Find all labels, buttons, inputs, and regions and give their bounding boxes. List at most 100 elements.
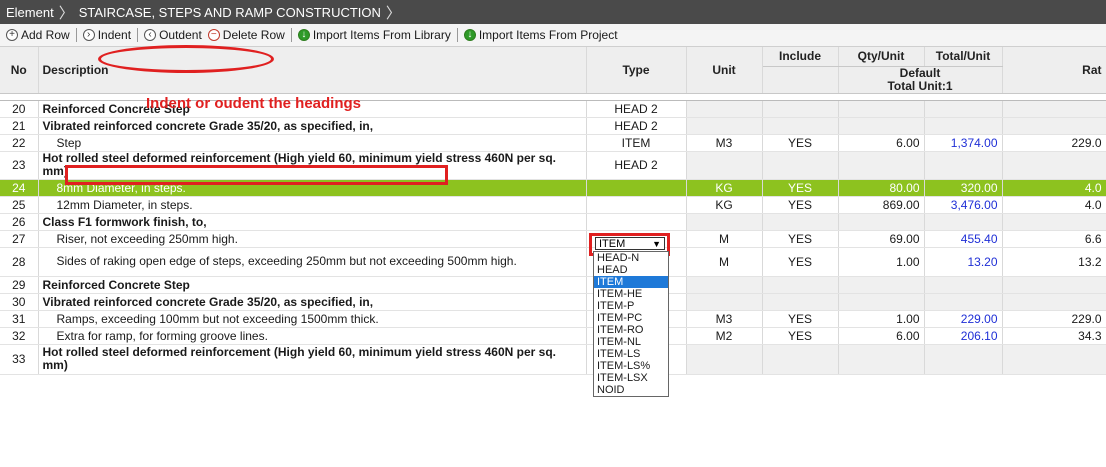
breadcrumb-current[interactable]: STAIRCASE, STEPS AND RAMP CONSTRUCTION <box>79 5 381 20</box>
dropdown-option[interactable]: HEAD <box>594 264 668 276</box>
col-include-header[interactable]: Include <box>762 47 839 67</box>
dropdown-option-active[interactable]: ITEM <box>594 276 668 288</box>
table-row[interactable]: 26 Class F1 formwork finish, to, <box>0 213 1106 231</box>
type-select[interactable]: ITEM ▼ <box>595 237 665 250</box>
row-include[interactable]: YES <box>762 196 839 214</box>
row-description[interactable]: Ramps, exceeding 100mm but not exceeding… <box>38 310 587 328</box>
row-include[interactable]: YES <box>762 327 839 345</box>
row-rate[interactable]: 229.0 <box>1002 134 1106 152</box>
row-unit[interactable]: M3 <box>686 134 763 152</box>
row-unit[interactable]: KG <box>686 179 763 197</box>
row-include[interactable]: YES <box>762 247 839 277</box>
row-description[interactable]: 8mm Diameter, in steps. <box>38 179 587 197</box>
row-description[interactable]: Class F1 formwork finish, to, <box>38 213 587 231</box>
row-qty[interactable]: 1.00 <box>838 310 925 328</box>
row-description[interactable]: Hot rolled steel deformed reinforcement … <box>38 344 587 375</box>
row-description[interactable]: Riser, not exceeding 250mm high. <box>38 230 587 248</box>
col-total-unit-header[interactable]: Total/Unit <box>924 47 1003 67</box>
col-rate-header[interactable]: Rat <box>1002 47 1106 94</box>
col-no-header[interactable]: No <box>0 47 39 94</box>
row-description[interactable]: 12mm Diameter, in steps. <box>38 196 587 214</box>
row-rate[interactable]: 34.3 <box>1002 327 1106 345</box>
row-rate[interactable]: 4.0 <box>1002 179 1106 197</box>
row-unit[interactable]: M <box>686 247 763 277</box>
row-description[interactable]: Reinforced Concrete Step <box>38 276 587 294</box>
row-type[interactable]: ITEM <box>586 134 687 152</box>
row-description[interactable]: Step <box>38 134 587 152</box>
row-no: 30 <box>0 293 39 311</box>
delete-row-button[interactable]: − Delete Row <box>205 28 288 42</box>
row-type[interactable] <box>586 196 687 214</box>
indent-label: Indent <box>97 28 132 42</box>
row-qty[interactable]: 1.00 <box>838 247 925 277</box>
row-include[interactable]: YES <box>762 230 839 248</box>
row-qty[interactable]: 869.00 <box>838 196 925 214</box>
row-include[interactable]: YES <box>762 134 839 152</box>
breadcrumb-root[interactable]: Element <box>6 5 54 20</box>
indent-button[interactable]: › Indent <box>80 28 134 42</box>
row-include[interactable]: YES <box>762 310 839 328</box>
dropdown-option[interactable]: ITEM-PC <box>594 312 668 324</box>
row-type[interactable] <box>586 213 687 231</box>
row-unit <box>686 117 763 135</box>
row-no: 24 <box>0 179 39 197</box>
table-row[interactable]: 21 Vibrated reinforced concrete Grade 35… <box>0 117 1106 135</box>
table-row-selected[interactable]: 24 8mm Diameter, in steps. KG YES 80.00 … <box>0 179 1106 197</box>
table-row[interactable]: 29 Reinforced Concrete Step <box>0 276 1106 294</box>
dropdown-option[interactable]: ITEM-LS% <box>594 360 668 372</box>
row-qty <box>838 293 925 311</box>
row-unit[interactable]: M3 <box>686 310 763 328</box>
row-rate[interactable]: 229.0 <box>1002 310 1106 328</box>
table-row[interactable]: 25 12mm Diameter, in steps. KG YES 869.0… <box>0 196 1106 214</box>
row-description[interactable]: Sides of raking open edge of steps, exce… <box>38 247 587 277</box>
row-description[interactable]: Vibrated reinforced concrete Grade 35/20… <box>38 293 587 311</box>
import-project-button[interactable]: ↓ Import Items From Project <box>461 28 621 42</box>
toolbar-divider <box>456 28 458 42</box>
add-row-button[interactable]: + Add Row <box>3 28 73 42</box>
table-row[interactable]: 28 Sides of raking open edge of steps, e… <box>0 247 1106 277</box>
dropdown-option[interactable]: ITEM-HE <box>594 288 668 300</box>
dropdown-option[interactable]: HEAD-N <box>594 252 668 264</box>
row-qty[interactable]: 80.00 <box>838 179 925 197</box>
table-row[interactable]: 33 Hot rolled steel deformed reinforceme… <box>0 344 1106 375</box>
dropdown-option[interactable]: ITEM-LSX <box>594 372 668 384</box>
row-description[interactable]: Extra for ramp, for forming groove lines… <box>38 327 587 345</box>
table-row[interactable]: 22 Step ITEM M3 YES 6.00 1,374.00 229.0 <box>0 134 1106 152</box>
row-rate[interactable]: 6.6 <box>1002 230 1106 248</box>
table-row[interactable]: 31 Ramps, exceeding 100mm but not exceed… <box>0 310 1106 328</box>
row-type[interactable]: HEAD 2 <box>586 100 687 118</box>
import-library-button[interactable]: ↓ Import Items From Library <box>295 28 454 42</box>
row-qty <box>838 344 925 375</box>
row-no: 23 <box>0 151 39 180</box>
dropdown-option[interactable]: ITEM-NL <box>594 336 668 348</box>
row-description[interactable]: Vibrated reinforced concrete Grade 35/20… <box>38 117 587 135</box>
row-qty[interactable]: 6.00 <box>838 327 925 345</box>
row-include <box>762 276 839 294</box>
row-unit[interactable]: M2 <box>686 327 763 345</box>
row-description[interactable]: Hot rolled steel deformed reinforcement … <box>38 151 587 180</box>
row-type-cell[interactable] <box>586 179 687 197</box>
row-type[interactable]: HEAD 2 <box>586 117 687 135</box>
row-rate[interactable]: 4.0 <box>1002 196 1106 214</box>
row-qty[interactable]: 69.00 <box>838 230 925 248</box>
row-include[interactable]: YES <box>762 179 839 197</box>
table-row[interactable]: 23 Hot rolled steel deformed reinforceme… <box>0 151 1106 180</box>
table-row[interactable]: 27 Riser, not exceeding 250mm high. M YE… <box>0 230 1106 248</box>
col-type-header[interactable]: Type <box>586 47 687 94</box>
dropdown-option[interactable]: NOID <box>594 384 668 396</box>
row-unit[interactable]: KG <box>686 196 763 214</box>
row-unit[interactable]: M <box>686 230 763 248</box>
dropdown-option[interactable]: ITEM-LS <box>594 348 668 360</box>
table-row[interactable]: 30 Vibrated reinforced concrete Grade 35… <box>0 293 1106 311</box>
row-qty[interactable]: 6.00 <box>838 134 925 152</box>
col-unit-header[interactable]: Unit <box>686 47 763 94</box>
include-subheader <box>762 66 839 94</box>
dropdown-option[interactable]: ITEM-P <box>594 300 668 312</box>
outdent-button[interactable]: ‹ Outdent <box>141 28 205 42</box>
col-description-header[interactable]: Description <box>38 47 587 94</box>
row-type[interactable]: HEAD 2 <box>586 151 687 180</box>
col-qty-unit-header[interactable]: Qty/Unit <box>838 47 925 67</box>
dropdown-option[interactable]: ITEM-RO <box>594 324 668 336</box>
row-rate[interactable]: 13.2 <box>1002 247 1106 277</box>
table-row[interactable]: 32 Extra for ramp, for forming groove li… <box>0 327 1106 345</box>
